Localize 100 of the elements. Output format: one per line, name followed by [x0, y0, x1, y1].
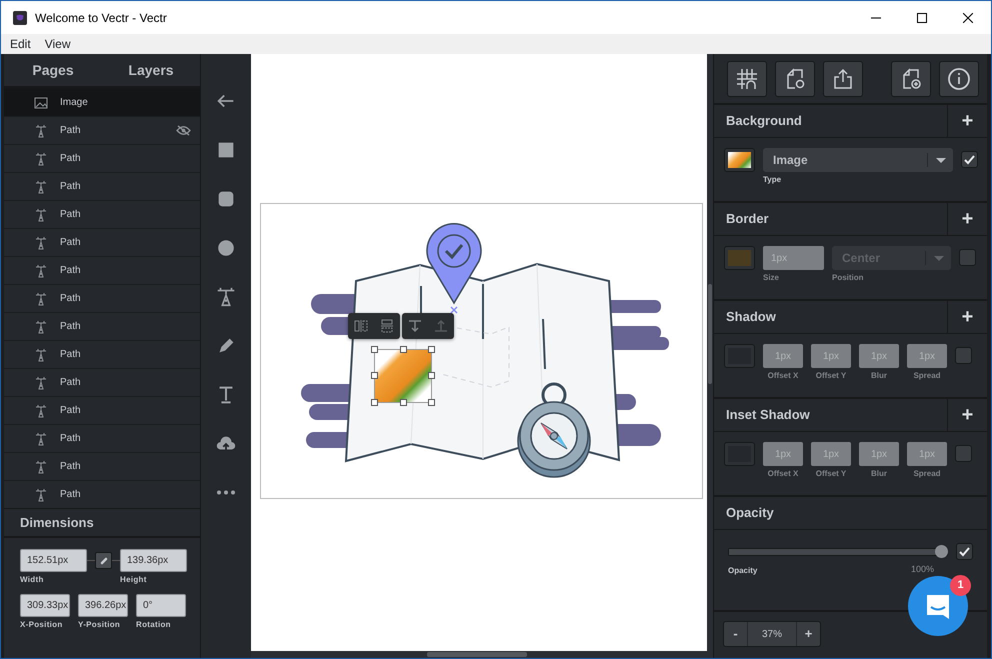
field-label: Offset Y	[814, 370, 848, 382]
dropdown[interactable]: Image	[763, 148, 953, 172]
layer-item[interactable]: Path	[4, 173, 200, 201]
layer-name: Path	[60, 208, 82, 222]
input-field[interactable]: 139.36px	[120, 549, 187, 572]
zoom-out-button[interactable]: -	[724, 622, 747, 646]
pen-tool-icon	[34, 124, 48, 138]
field-label: Type	[763, 174, 782, 186]
checkbox[interactable]	[955, 445, 972, 462]
checkbox[interactable]	[955, 347, 972, 364]
field-label: Size	[763, 272, 780, 284]
arrow-down-icon	[408, 319, 422, 333]
layer-name: Path	[60, 236, 82, 250]
add-button[interactable]: +	[947, 104, 987, 138]
layer-item[interactable]: Path	[4, 341, 200, 369]
color-swatch[interactable]	[724, 246, 755, 270]
zoom-level: 37%	[747, 622, 797, 646]
page-settings-button[interactable]	[775, 60, 815, 96]
resize-handle[interactable]	[400, 346, 407, 353]
photo-placeholder[interactable]	[374, 349, 432, 403]
layer-name: Path	[60, 432, 82, 446]
zoom-in-button[interactable]: +	[797, 622, 820, 646]
resize-handle[interactable]	[400, 399, 407, 406]
section-heading: Border	[725, 210, 770, 228]
layer-item[interactable]: Path	[4, 229, 200, 257]
resize-handle[interactable]	[371, 399, 378, 406]
color-swatch[interactable]	[724, 442, 755, 466]
layer-item[interactable]: Path	[4, 425, 200, 453]
layer-name: Path	[60, 376, 82, 390]
resize-handle[interactable]	[428, 399, 435, 406]
section-heading: Inset Shadow	[725, 406, 811, 424]
close-icon	[963, 12, 973, 22]
layer-name: Path	[60, 292, 82, 306]
layer-item[interactable]: Path	[4, 397, 200, 425]
field-label: Rotation	[136, 619, 172, 631]
resize-handle[interactable]	[371, 346, 378, 353]
layer-name: Path	[60, 124, 82, 138]
color-swatch[interactable]	[724, 344, 755, 368]
window-title: Welcome to Vectr - Vectr	[35, 10, 167, 26]
pen-tool-icon	[34, 460, 48, 474]
grid-snap-button[interactable]	[727, 60, 767, 96]
panel-tab[interactable]: Layers	[102, 54, 200, 86]
field-label: Offset Y	[814, 468, 848, 480]
layer-item[interactable]: Path	[4, 369, 200, 397]
eye-slash-icon[interactable]	[176, 125, 191, 136]
layer-name: Path	[60, 488, 82, 502]
input-field[interactable]: 0°	[136, 594, 186, 617]
pen-tool-icon	[34, 292, 48, 306]
layer-item[interactable]: Path	[4, 453, 200, 481]
link-button[interactable]	[95, 552, 112, 569]
layer-item[interactable]: Image	[4, 89, 200, 117]
field-label: Blur	[870, 468, 888, 480]
section-heading: Shadow	[725, 308, 777, 326]
add-button[interactable]: +	[947, 300, 987, 334]
info-icon	[947, 66, 971, 90]
layer-item[interactable]: Path	[4, 117, 200, 145]
layer-item[interactable]: Path	[4, 285, 200, 313]
field-label: Offset X	[766, 370, 800, 382]
input-field[interactable]: 152.51px	[20, 549, 87, 572]
resize-handle[interactable]	[428, 346, 435, 353]
pen-tool-icon	[34, 208, 48, 222]
notification-badge: 1	[950, 575, 971, 596]
layer-item[interactable]: Path	[4, 481, 200, 508]
add-button[interactable]: +	[947, 202, 987, 236]
layer-name: Path	[60, 348, 82, 362]
export-button[interactable]	[823, 60, 863, 96]
checkbox[interactable]	[961, 151, 978, 168]
menu-item[interactable]: View	[44, 35, 70, 53]
menu-item[interactable]: Edit	[10, 35, 31, 53]
pen-tool-icon	[34, 376, 48, 390]
maximize-icon	[917, 12, 927, 22]
pen-tool-icon	[34, 236, 48, 250]
pen-tool-icon	[34, 264, 48, 278]
arrow-up-icon	[434, 319, 448, 333]
grid-icon	[735, 66, 759, 90]
resize-handle[interactable]	[371, 372, 378, 379]
layer-item[interactable]: Path	[4, 257, 200, 285]
panel-tab[interactable]: Pages	[4, 54, 102, 86]
layer-item[interactable]: Path	[4, 201, 200, 229]
input-field[interactable]: 309.33px	[20, 594, 70, 617]
checkbox[interactable]	[959, 249, 976, 266]
image-thumbnail[interactable]	[724, 148, 755, 172]
new-page-button[interactable]	[891, 60, 931, 96]
input-field[interactable]: 396.26px	[78, 594, 128, 617]
field-label: X-Position	[20, 619, 64, 631]
layer-item[interactable]: Path	[4, 313, 200, 341]
add-button[interactable]: +	[947, 398, 987, 432]
checkbox[interactable]	[956, 543, 973, 560]
info-button[interactable]	[939, 60, 979, 96]
flip-vertical-icon	[380, 319, 394, 333]
layer-name: Path	[60, 320, 82, 334]
field-label: Offset X	[766, 468, 800, 480]
opacity-slider[interactable]	[728, 545, 948, 559]
layer-item[interactable]: Path	[4, 145, 200, 173]
pen-tool-icon	[34, 488, 48, 502]
canvas-area[interactable]	[251, 54, 713, 658]
layer-name: Path	[60, 404, 82, 418]
pen-tool-icon	[34, 432, 48, 446]
resize-handle[interactable]	[428, 372, 435, 379]
field-label: Width	[20, 574, 45, 586]
